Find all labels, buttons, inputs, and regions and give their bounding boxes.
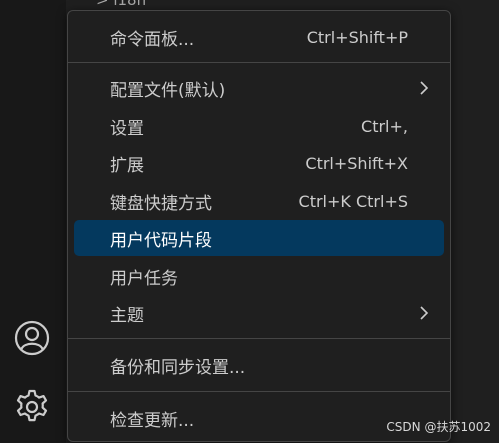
menu-item-user-tasks[interactable]: 用户任务	[74, 258, 444, 294]
chevron-right-icon	[420, 81, 429, 95]
menu-item-keyboard-shortcuts[interactable]: 键盘快捷方式 Ctrl+K Ctrl+S	[74, 183, 444, 219]
menu-item-label: 用户代码片段	[110, 230, 212, 251]
vscode-window: > i18n 命令面板... Ctrl+Shift+P 配置文件(默认) 设置 …	[0, 0, 499, 443]
menu-separator	[68, 338, 450, 339]
menu-item-shortcut: Ctrl+Shift+P	[306, 27, 408, 47]
menu-item-backup-sync[interactable]: 备份和同步设置...	[74, 347, 444, 383]
menu-separator	[68, 391, 450, 392]
menu-item-label: 键盘快捷方式	[110, 193, 212, 214]
menu-item-label: 命令面板...	[110, 29, 195, 50]
manage-context-menu: 命令面板... Ctrl+Shift+P 配置文件(默认) 设置 Ctrl+, …	[67, 10, 451, 442]
manage-button[interactable]	[10, 385, 54, 429]
menu-item-themes[interactable]: 主题	[74, 295, 444, 331]
accounts-button[interactable]	[10, 316, 54, 360]
menu-item-label: 设置	[110, 118, 144, 139]
menu-item-label: 主题	[110, 305, 144, 326]
activity-bar	[0, 0, 66, 443]
watermark: CSDN @扶苏1002	[386, 420, 491, 434]
menu-item-settings[interactable]: 设置 Ctrl+,	[74, 108, 444, 144]
menu-item-label: 备份和同步设置...	[110, 357, 246, 378]
menu-item-label: 用户任务	[110, 268, 178, 289]
gear-icon	[16, 389, 48, 422]
menu-item-shortcut: Ctrl+,	[361, 116, 408, 136]
menu-item-extensions[interactable]: 扩展 Ctrl+Shift+X	[74, 145, 444, 181]
explorer-tree-item[interactable]: > i18n	[96, 0, 146, 9]
menu-item-profiles[interactable]: 配置文件(默认)	[74, 70, 444, 106]
menu-item-label: 扩展	[110, 155, 144, 176]
menu-item-command-palette[interactable]: 命令面板... Ctrl+Shift+P	[74, 19, 444, 55]
menu-item-shortcut: Ctrl+Shift+X	[305, 153, 408, 173]
menu-item-label: 配置文件(默认)	[110, 80, 226, 101]
menu-item-user-snippets[interactable]: 用户代码片段	[74, 220, 444, 256]
chevron-right-icon	[420, 306, 429, 320]
menu-item-label: 检查更新...	[110, 410, 195, 431]
menu-separator	[68, 62, 450, 63]
menu-item-shortcut: Ctrl+K Ctrl+S	[298, 191, 408, 211]
account-icon	[14, 320, 50, 356]
